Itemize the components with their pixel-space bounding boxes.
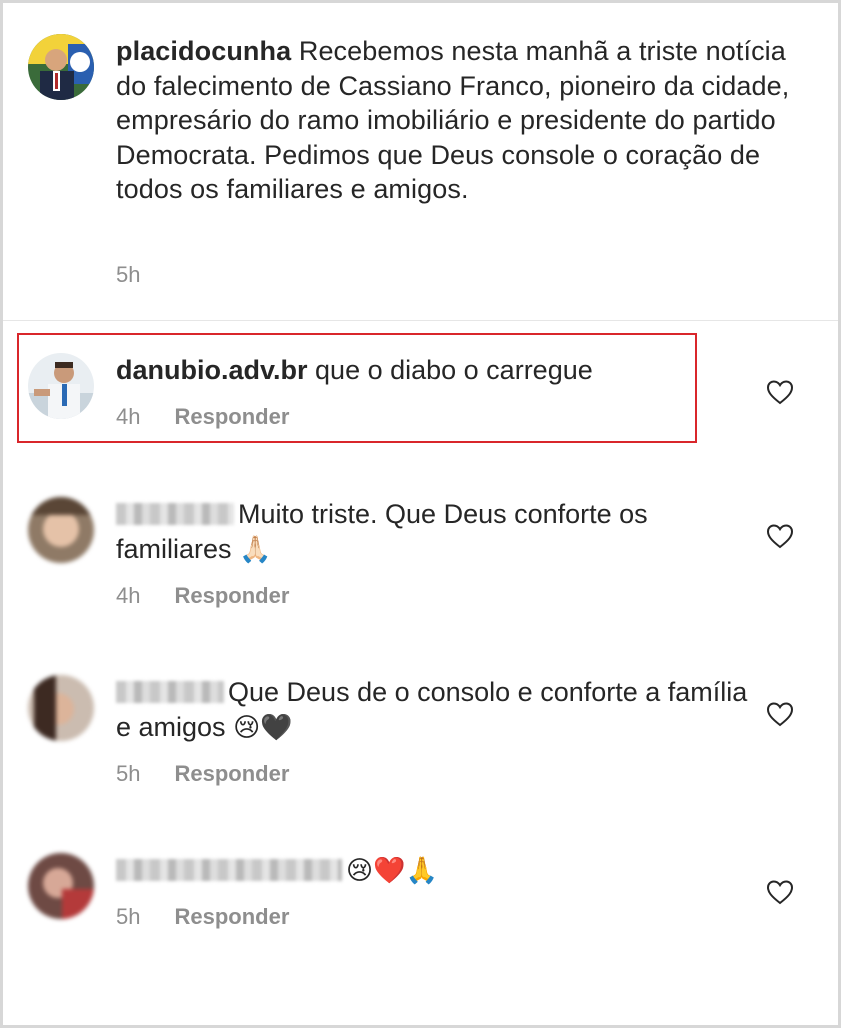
comment-time[interactable]: 4h	[116, 404, 140, 429]
comment-emoji: 😢🖤	[233, 711, 293, 742]
comment-time[interactable]: 4h	[116, 583, 140, 608]
commenter-avatar[interactable]	[28, 497, 94, 563]
comment-meta: 5h Responder	[116, 761, 289, 787]
commenter-avatar[interactable]	[28, 853, 94, 919]
author-avatar[interactable]	[28, 34, 94, 100]
comment-meta: 5h Responder	[116, 904, 289, 930]
comment-text: Que Deus de o consolo e conforte a famíl…	[116, 675, 756, 744]
comment-text: 😢❤️🙏	[116, 853, 756, 888]
heart-outline-icon[interactable]	[766, 379, 794, 405]
caption-time[interactable]: 5h	[116, 262, 140, 287]
reply-button[interactable]: Responder	[174, 761, 289, 786]
caption-text: placidocunha Recebemos nesta manhã a tri…	[116, 34, 816, 207]
reply-button[interactable]: Responder	[174, 404, 289, 429]
redacted-username	[116, 503, 234, 525]
comment-emoji: 🙏🏻	[239, 533, 272, 564]
comment-body: que o diabo o carregue	[315, 355, 593, 385]
commenter-avatar[interactable]	[28, 353, 94, 419]
comment-time[interactable]: 5h	[116, 761, 140, 786]
heart-outline-icon[interactable]	[766, 523, 794, 549]
comment-meta: 4h Responder	[116, 404, 289, 430]
reply-button[interactable]: Responder	[174, 583, 289, 608]
comment-emoji: 😢❤️🙏	[346, 855, 438, 885]
comment-meta: 4h Responder	[116, 583, 289, 609]
heart-outline-icon[interactable]	[766, 701, 794, 727]
commenter-avatar[interactable]	[28, 675, 94, 741]
caption-username[interactable]: placidocunha	[116, 36, 291, 66]
caption-meta: 5h	[116, 262, 140, 288]
comment-username[interactable]: danubio.adv.br	[116, 355, 308, 385]
redacted-username	[116, 681, 224, 703]
reply-button[interactable]: Responder	[174, 904, 289, 929]
redacted-username	[116, 859, 342, 881]
heart-outline-icon[interactable]	[766, 879, 794, 905]
comment-time[interactable]: 5h	[116, 904, 140, 929]
comment-text: danubio.adv.br que o diabo o carregue	[116, 353, 756, 388]
comment-text: Muito triste. Que Deus conforte os famil…	[116, 497, 756, 566]
caption-divider	[3, 320, 838, 321]
